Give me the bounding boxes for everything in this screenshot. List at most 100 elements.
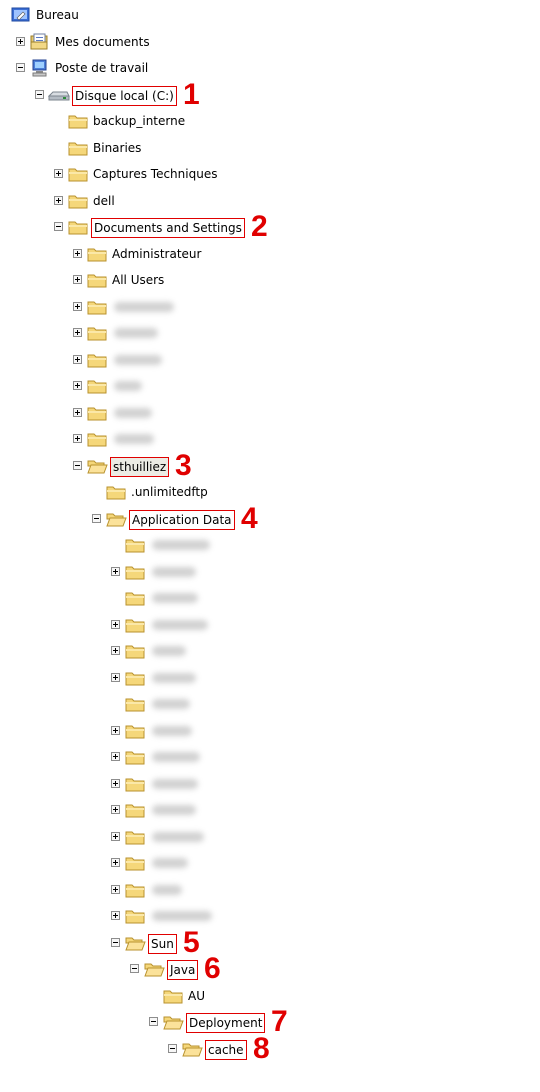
tree-node[interactable]: Mes documents (0, 29, 540, 55)
expand-icon[interactable] (111, 752, 120, 761)
tree-node-label[interactable]: Mes documents (53, 34, 152, 50)
collapse-icon[interactable] (16, 63, 25, 72)
tree-node-label[interactable]: Poste de travail (53, 60, 150, 76)
tree-node[interactable]: Documents and Settings (0, 214, 540, 240)
tree-node[interactable]: Administrateur (0, 241, 540, 267)
collapse-icon[interactable] (130, 964, 139, 973)
collapse-icon[interactable] (54, 222, 63, 231)
tree-node[interactable] (0, 824, 540, 850)
expand-icon[interactable] (73, 434, 82, 443)
redacted-label (114, 355, 162, 365)
tree-node[interactable] (0, 612, 540, 638)
tree-node[interactable]: Binaries (0, 135, 540, 161)
expand-icon[interactable] (111, 858, 120, 867)
tree-node[interactable] (0, 294, 540, 320)
annotation-marker: 6 (204, 952, 221, 985)
tree-node-label[interactable]: .unlimitedftp (129, 484, 210, 500)
tree-node[interactable]: Bureau (0, 2, 540, 28)
redacted-label (114, 434, 154, 444)
tree-node[interactable]: .unlimitedftp (0, 479, 540, 505)
expand-icon[interactable] (73, 249, 82, 258)
tree-node[interactable] (0, 665, 540, 691)
tree-node[interactable] (0, 903, 540, 929)
tree-node-label[interactable]: All Users (110, 272, 166, 288)
tree-node[interactable] (0, 691, 540, 717)
collapse-icon[interactable] (92, 514, 101, 523)
tree-node-label[interactable]: Application Data (129, 510, 235, 530)
tree-node[interactable]: Poste de travail (0, 55, 540, 81)
tree-node-label[interactable]: AU (186, 988, 207, 1004)
tree-node[interactable] (0, 426, 540, 452)
expand-icon[interactable] (111, 646, 120, 655)
folder-icon (67, 217, 89, 237)
expand-icon[interactable] (73, 408, 82, 417)
expand-icon[interactable] (111, 805, 120, 814)
tree-node-label[interactable]: backup_interne (91, 113, 187, 129)
tree-node-label[interactable]: Binaries (91, 140, 143, 156)
tree-node-label[interactable]: Documents and Settings (91, 218, 245, 238)
expand-icon[interactable] (73, 302, 82, 311)
tree-node[interactable] (0, 373, 540, 399)
tree-node[interactable] (0, 320, 540, 346)
tree-node[interactable]: Deployment (0, 1009, 540, 1035)
tree-node[interactable] (0, 744, 540, 770)
expand-icon[interactable] (111, 567, 120, 576)
expand-icon[interactable] (111, 779, 120, 788)
redacted-label (152, 779, 198, 789)
expand-icon[interactable] (111, 885, 120, 894)
expand-icon[interactable] (111, 911, 120, 920)
tree-node[interactable]: Sun (0, 930, 540, 956)
expand-icon[interactable] (111, 832, 120, 841)
expand-icon[interactable] (54, 169, 63, 178)
tree-node[interactable]: sthuilliez (0, 453, 540, 479)
tree-node[interactable] (0, 797, 540, 823)
tree-node[interactable] (0, 718, 540, 744)
collapse-icon[interactable] (168, 1044, 177, 1053)
collapse-icon[interactable] (111, 938, 120, 947)
collapse-icon[interactable] (149, 1017, 158, 1026)
tree-node[interactable] (0, 585, 540, 611)
tree-node[interactable]: Disque local (C:) (0, 82, 540, 108)
expand-icon[interactable] (73, 355, 82, 364)
tree-node[interactable] (0, 400, 540, 426)
expand-icon[interactable] (73, 381, 82, 390)
tree-node[interactable]: backup_interne (0, 108, 540, 134)
tree-node-label[interactable]: sthuilliez (110, 457, 170, 477)
tree-node[interactable] (0, 877, 540, 903)
expand-icon[interactable] (111, 726, 120, 735)
expand-icon[interactable] (54, 196, 63, 205)
tree-node[interactable]: cache (0, 1036, 540, 1062)
expand-icon[interactable] (73, 328, 82, 337)
folder-icon (86, 323, 108, 343)
expand-icon[interactable] (111, 620, 120, 629)
tree-node[interactable]: Java (0, 956, 540, 982)
tree-node[interactable] (0, 532, 540, 558)
tree-node[interactable]: AU (0, 983, 540, 1009)
tree-node-label[interactable]: Captures Techniques (91, 166, 219, 182)
tree-node-label[interactable]: Disque local (C:) (72, 86, 177, 106)
expand-icon[interactable] (111, 673, 120, 682)
tree-node[interactable] (0, 347, 540, 373)
tree-node[interactable]: All Users (0, 267, 540, 293)
collapse-icon[interactable] (35, 90, 44, 99)
tree-node-label[interactable]: Deployment (186, 1013, 266, 1033)
tree-node-label[interactable]: cache (205, 1040, 247, 1060)
tree-node[interactable]: Captures Techniques (0, 161, 540, 187)
folder-icon (124, 694, 146, 714)
expand-icon[interactable] (73, 275, 82, 284)
tree-node-label[interactable]: Sun (148, 934, 177, 954)
folder-icon (124, 641, 146, 661)
tree-node-label[interactable]: Administrateur (110, 246, 203, 262)
tree-node[interactable] (0, 638, 540, 664)
tree-node[interactable] (0, 559, 540, 585)
tree-node[interactable]: Application Data (0, 506, 540, 532)
tree-node-label[interactable]: dell (91, 193, 117, 209)
tree-node[interactable]: dell (0, 188, 540, 214)
collapse-icon[interactable] (73, 461, 82, 470)
tree-node[interactable] (0, 850, 540, 876)
tree-node[interactable] (0, 771, 540, 797)
tree-node-label[interactable]: Java (167, 960, 199, 980)
folder-icon (86, 403, 108, 423)
expand-icon[interactable] (16, 37, 25, 46)
tree-node-label[interactable]: Bureau (34, 7, 81, 23)
